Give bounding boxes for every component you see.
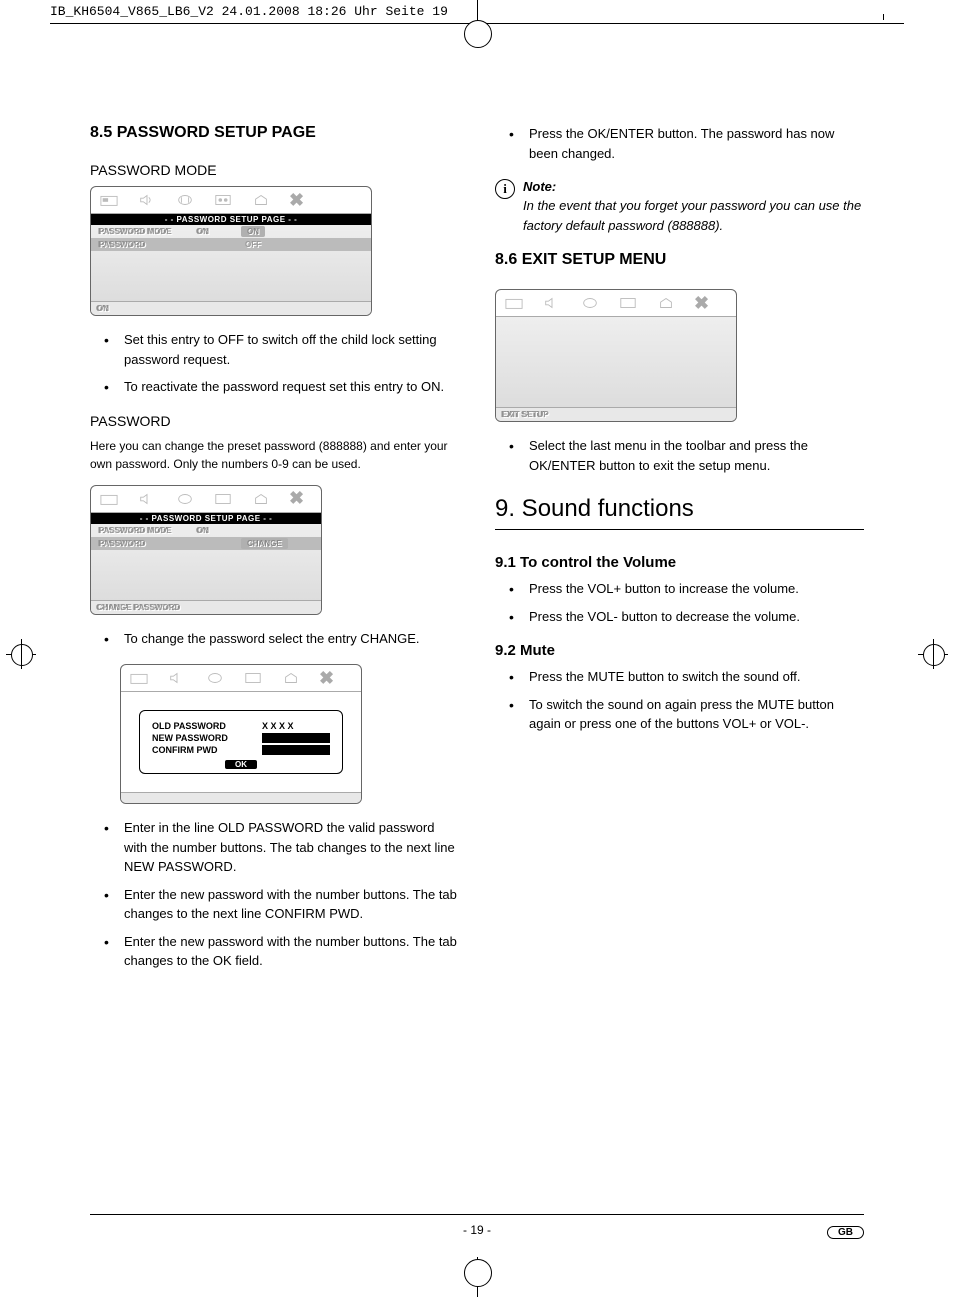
list-item: Select the last menu in the toolbar and … — [495, 436, 864, 475]
osd-tab-speaker-icon — [137, 192, 157, 208]
osd-status: CHANGE PASSWORD — [91, 600, 321, 614]
list-item: To change the password select the entry … — [90, 629, 459, 649]
list-item: To reactivate the password request set t… — [90, 377, 459, 397]
osd-tab-dolby-icon — [205, 670, 225, 686]
old-password-label: OLD PASSWORD — [152, 721, 262, 731]
osd-row-value: ON — [193, 525, 241, 536]
list-item: Press the VOL- button to decrease the vo… — [495, 607, 864, 627]
osd-tab-general-icon — [504, 295, 524, 311]
section-heading-8-5: 8.5 PASSWORD SETUP PAGE — [90, 124, 459, 142]
paragraph: Here you can change the preset password … — [90, 437, 459, 473]
list-item: Enter the new password with the number b… — [90, 932, 459, 971]
osd-tab-speaker-icon — [167, 670, 187, 686]
subheading-password: PASSWORD — [90, 413, 459, 429]
note-body: In the event that you forget your passwo… — [523, 196, 864, 235]
osd-tab-dolby-icon — [175, 491, 195, 507]
list-item: Press the OK/ENTER button. The password … — [495, 124, 864, 163]
osd-change-password: ✖ OLD PASSWORD X X X X NEW PASSWORD — [120, 664, 362, 804]
section-heading-8-6: 8.6 EXIT SETUP MENU — [495, 251, 864, 269]
crop-mark-icon — [462, 10, 492, 40]
section-heading-9-2: 9.2 Mute — [495, 642, 864, 659]
osd-tab-video-icon — [213, 192, 233, 208]
language-badge: GB — [827, 1226, 864, 1239]
osd-row-label: PASSWORD MODE — [95, 525, 193, 536]
osd-status: ON — [91, 301, 371, 315]
osd-status: EXIT SETUP — [496, 407, 736, 421]
osd-title: - - PASSWORD SETUP PAGE - - — [91, 214, 371, 225]
osd-row-label: PASSWORD MODE — [95, 226, 193, 237]
registration-mark-icon — [918, 639, 948, 669]
confirm-pwd-label: CONFIRM PWD — [152, 745, 262, 755]
note-title: Note: — [523, 179, 864, 194]
osd-row-value: ON — [193, 226, 241, 237]
osd-tab-video-icon — [243, 670, 263, 686]
osd-tab-preference-icon — [656, 295, 676, 311]
crop-mark-icon — [462, 1257, 492, 1287]
subheading-password-mode: PASSWORD MODE — [90, 162, 459, 178]
osd-tab-exit-icon: ✖ — [694, 293, 709, 314]
list-item: Enter the new password with the number b… — [90, 885, 459, 924]
osd-password-setup-1: ✖ - - PASSWORD SETUP PAGE - - PASSWORD M… — [90, 186, 372, 316]
osd-option-change: CHANGE — [241, 538, 288, 549]
osd-tab-video-icon — [213, 491, 233, 507]
list-item: Press the MUTE button to switch the soun… — [495, 667, 864, 687]
osd-tab-preference-icon — [251, 192, 271, 208]
list-item: Press the VOL+ button to increase the vo… — [495, 579, 864, 599]
osd-tab-preference-icon — [281, 670, 301, 686]
osd-tab-video-icon — [618, 295, 638, 311]
osd-title: - - PASSWORD SETUP PAGE - - — [91, 513, 321, 524]
osd-tab-preference-icon — [251, 491, 271, 507]
list-item: To switch the sound on again press the M… — [495, 695, 864, 734]
osd-tab-speaker-icon — [542, 295, 562, 311]
osd-tab-general-icon — [99, 491, 119, 507]
osd-tab-dolby-icon — [580, 295, 600, 311]
ok-button: OK — [225, 760, 257, 769]
osd-tab-dolby-icon — [175, 192, 195, 208]
info-icon: i — [495, 179, 515, 199]
new-password-field — [262, 733, 330, 743]
osd-tab-exit-icon: ✖ — [319, 668, 334, 689]
osd-tab-exit-icon: ✖ — [289, 488, 304, 509]
list-item: Set this entry to OFF to switch off the … — [90, 330, 459, 369]
section-heading-9: 9. Sound functions — [495, 495, 864, 523]
osd-tab-general-icon — [129, 670, 149, 686]
list-item: Enter in the line OLD PASSWORD the valid… — [90, 818, 459, 877]
osd-row-label: PASSWORD — [95, 239, 193, 250]
osd-tab-speaker-icon — [137, 491, 157, 507]
old-password-value: X X X X — [262, 721, 330, 731]
osd-exit-setup: ✖ EXIT SETUP — [495, 289, 737, 422]
osd-row-label: PASSWORD — [95, 538, 193, 549]
new-password-label: NEW PASSWORD — [152, 733, 262, 743]
osd-tab-general-icon — [99, 192, 119, 208]
section-heading-9-1: 9.1 To control the Volume — [495, 554, 864, 571]
osd-option-on: ON — [241, 226, 265, 237]
page-number: - 19 - — [463, 1223, 491, 1237]
osd-tab-exit-icon: ✖ — [289, 190, 304, 211]
confirm-pwd-field — [262, 745, 330, 755]
osd-password-setup-2: ✖ - - PASSWORD SETUP PAGE - - PASSWORD M… — [90, 485, 322, 615]
registration-mark-icon — [6, 639, 36, 669]
osd-option-off: OFF — [241, 239, 265, 250]
